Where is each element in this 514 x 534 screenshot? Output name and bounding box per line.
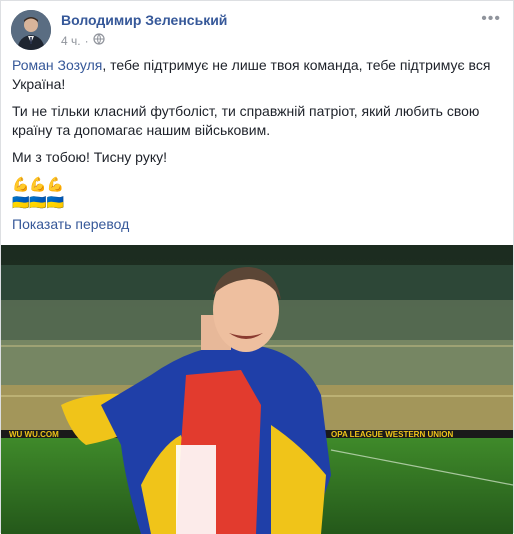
paragraph-1: Роман Зозуля, тебе підтримує не лише тво… [12, 56, 502, 94]
paragraph-2: Ти не тільки класний футболіст, ти справ… [12, 103, 480, 138]
post-header: Володимир Зеленський 4 ч. · ••• [11, 10, 503, 52]
more-options-icon[interactable]: ••• [481, 10, 501, 28]
stadium-photo: WU WU.COM OPA LEAGUE WESTERN UNION [1, 245, 513, 534]
paragraph-3: Ми з тобою! Тисну руку! [12, 149, 167, 165]
author-avatar[interactable] [11, 10, 51, 50]
globe-icon [92, 33, 105, 48]
facebook-post: Володимир Зеленський 4 ч. · ••• Роман Зо… [0, 0, 514, 534]
flexed-biceps-emoji-row: 💪💪💪 [12, 176, 65, 192]
post-time[interactable]: 4 ч. [61, 34, 81, 48]
ukraine-flag-emoji-row: 🇺🇦🇺🇦🇺🇦 [12, 194, 65, 210]
board-text-right: OPA LEAGUE WESTERN UNION [331, 430, 453, 439]
meta-separator: · [84, 33, 89, 48]
mention-link[interactable]: Роман Зозуля [12, 57, 102, 73]
author-name[interactable]: Володимир Зеленський [61, 12, 227, 28]
post-photo[interactable]: WU WU.COM OPA LEAGUE WESTERN UNION [1, 245, 513, 534]
post-text: Роман Зозуля, тебе підтримує не лише тво… [12, 56, 502, 211]
show-translation-link[interactable]: Показать перевод [12, 216, 129, 232]
board-text-left: WU WU.COM [9, 430, 59, 439]
avatar-photo [11, 10, 51, 50]
post-meta: 4 ч. · [61, 33, 105, 48]
